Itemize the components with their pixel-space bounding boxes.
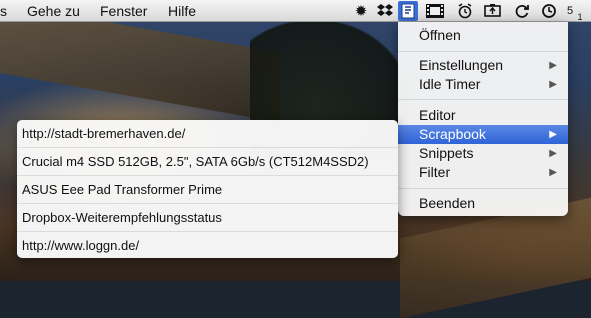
menu-bar: s Gehe zu Fenster Hilfe ✹ 5 [0, 0, 591, 22]
menu-item-label: Scrapbook [419, 126, 486, 142]
scrapbook-item-label: Crucial m4 SSD 512GB, 2.5", SATA 6Gb/s (… [22, 154, 369, 169]
menu-item-filter[interactable]: Filter ▶ [398, 163, 568, 182]
menu-file-fragment[interactable]: s [0, 3, 7, 19]
scrapbook-item-label: ASUS Eee Pad Transformer Prime [22, 182, 223, 197]
menu-separator [398, 188, 568, 189]
status-number-top: 5 [566, 5, 574, 17]
menu-item-label: Filter [419, 164, 451, 180]
menu-item-label: Snippets [419, 145, 474, 161]
app-status-menu: Öffnen Einstellungen ▶ Idle Timer ▶ Edit… [398, 22, 568, 216]
scrapbook-item-label: http://www.loggn.de/ [22, 238, 140, 253]
scrapbook-app-icon[interactable] [398, 1, 418, 21]
menu-item-idle-timer[interactable]: Idle Timer ▶ [398, 75, 568, 94]
scrapbook-item[interactable]: Dropbox-Weiterempfehlungsstatus [17, 204, 398, 232]
scrapbook-item[interactable]: http://www.loggn.de/ [17, 232, 398, 260]
menu-gehe-zu[interactable]: Gehe zu [27, 3, 80, 19]
submenu-arrow-icon: ▶ [549, 60, 557, 71]
scrapbook-item-label: http://stadt-bremerhaven.de/ [22, 126, 186, 141]
scrapbook-submenu: http://stadt-bremerhaven.de/ Crucial m4 … [17, 120, 398, 258]
status-number-bottom: 1 [577, 12, 583, 22]
menu-item-label: Öffnen [419, 27, 461, 43]
menu-item-scrapbook[interactable]: Scrapbook ▶ [398, 125, 568, 144]
menu-item-oeffnen[interactable]: Öffnen [398, 26, 568, 45]
menu-item-label: Einstellungen [419, 57, 504, 73]
menu-item-beenden[interactable]: Beenden [398, 194, 568, 213]
scrapbook-item-label: Dropbox-Weiterempfehlungsstatus [22, 210, 222, 225]
submenu-arrow-icon: ▶ [549, 79, 557, 90]
dropbox-icon[interactable] [376, 2, 394, 20]
alarm-clock-icon[interactable] [456, 2, 474, 20]
battery-icon[interactable] [484, 2, 502, 20]
menu-item-snippets[interactable]: Snippets ▶ [398, 144, 568, 163]
menu-hilfe[interactable]: Hilfe [168, 3, 196, 19]
menu-item-label: Beenden [419, 195, 476, 211]
menu-item-label: Idle Timer [419, 76, 481, 92]
submenu-arrow-icon: ▶ [549, 167, 557, 178]
menu-item-label: Editor [419, 107, 456, 123]
menu-fenster[interactable]: Fenster [100, 3, 147, 19]
menu-item-einstellungen[interactable]: Einstellungen ▶ [398, 56, 568, 75]
time-machine-icon[interactable] [540, 2, 558, 20]
sync-icon[interactable] [513, 2, 531, 20]
menu-item-editor[interactable]: Editor [398, 106, 568, 125]
submenu-arrow-icon: ▶ [549, 148, 557, 159]
gear-icon[interactable]: ✹ [352, 2, 370, 20]
menu-separator [398, 51, 568, 52]
scrapbook-item[interactable]: http://stadt-bremerhaven.de/ [17, 120, 398, 148]
scrapbook-item[interactable]: ASUS Eee Pad Transformer Prime [17, 176, 398, 204]
submenu-arrow-icon: ▶ [549, 129, 557, 140]
scrapbook-item[interactable]: Crucial m4 SSD 512GB, 2.5", SATA 6Gb/s (… [17, 148, 398, 176]
menu-separator [398, 99, 568, 100]
film-icon[interactable] [426, 2, 444, 20]
